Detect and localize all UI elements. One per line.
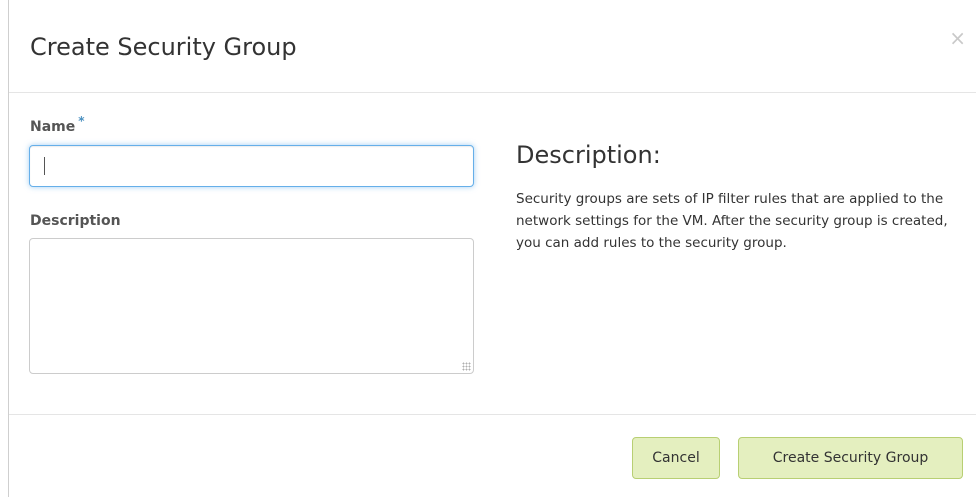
help-title: Description:	[516, 141, 661, 169]
description-textarea[interactable]	[29, 238, 474, 374]
help-text: Security groups are sets of IP filter ru…	[516, 191, 948, 251]
resize-handle-icon[interactable]	[462, 362, 471, 371]
modal-title: Create Security Group	[30, 33, 297, 61]
modal-header: Create Security Group ×	[9, 0, 976, 93]
close-icon[interactable]: ×	[949, 28, 966, 48]
name-label: Name *	[30, 114, 85, 136]
required-marker: *	[78, 114, 85, 128]
description-label: Description	[30, 213, 121, 229]
cancel-button[interactable]: Cancel	[632, 437, 720, 479]
modal-footer: Cancel Create Security Group	[9, 414, 976, 498]
create-security-group-button[interactable]: Create Security Group	[738, 437, 963, 479]
name-label-text: Name	[30, 119, 76, 135]
text-caret	[44, 157, 45, 175]
name-input[interactable]	[29, 145, 474, 187]
